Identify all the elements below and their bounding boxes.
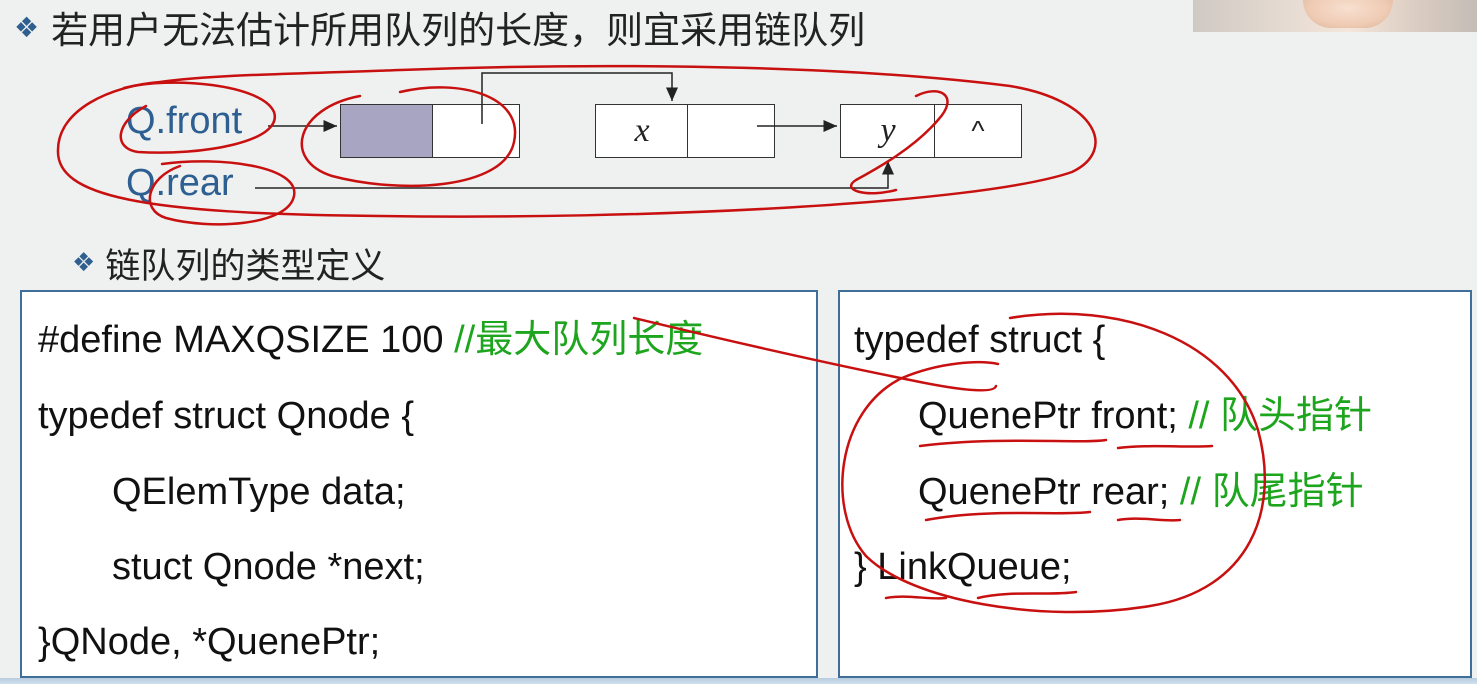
node-y-null-cell: ^: [934, 104, 1022, 158]
code-line: typedef struct {: [854, 317, 1105, 363]
code-line: QuenePtr rear; // 队尾指针: [918, 469, 1364, 515]
node-y-data-cell: y: [840, 104, 936, 158]
subheading: ❖ 链队列的类型定义: [72, 240, 386, 287]
diamond-bullet-icon: ❖: [14, 10, 40, 44]
code-text: QuenePtr front;: [918, 395, 1189, 437]
code-text: QuenePtr rear;: [918, 471, 1180, 513]
code-text: QElemType data;: [112, 471, 406, 513]
presenter-face: [1303, 0, 1393, 28]
head-node-data-cell: [340, 104, 434, 158]
code-comment: // 队头指针: [1188, 395, 1373, 437]
rear-pointer-label: Q.rear: [126, 162, 234, 204]
code-text: }QNode, *QuenePtr;: [38, 621, 381, 663]
rear-arrow: [255, 161, 894, 189]
head-node-next-cell: [432, 104, 520, 158]
bottom-edge-strip: [0, 678, 1477, 684]
code-text: #define MAXQSIZE 100: [38, 319, 455, 361]
code-line: typedef struct Qnode {: [38, 393, 414, 439]
code-line: QElemType data;: [112, 469, 406, 515]
heading-text: 若用户无法估计所用队列的长度，则宜采用链队列: [51, 9, 866, 52]
node-x-data-cell: x: [595, 104, 689, 158]
front-pointer-label: Q.front: [126, 100, 243, 142]
code-line: } LinkQueue;: [854, 544, 1072, 590]
webcam-thumbnail: [1193, 0, 1477, 32]
code-line: stuct Qnode *next;: [112, 544, 425, 590]
code-line: #define MAXQSIZE 100 //最大队列长度: [38, 317, 703, 363]
code-text: typedef struct Qnode {: [38, 395, 415, 437]
diamond-bullet-icon: ❖: [72, 248, 96, 278]
code-line: QuenePtr front; // 队头指针: [918, 393, 1372, 439]
node-x-next-cell: [687, 104, 775, 158]
slide-heading: ❖ 若用户无法估计所用队列的长度，则宜采用链队列: [14, 4, 865, 52]
code-comment: // 队尾指针: [1179, 471, 1364, 513]
linkqueue-definition-box: typedef struct { QuenePtr front; // 队头指针…: [838, 290, 1472, 678]
code-comment: //最大队列长度: [454, 319, 704, 361]
code-text: stuct Qnode *next;: [112, 546, 425, 588]
code-text: typedef struct {: [854, 319, 1106, 361]
code-line: }QNode, *QuenePtr;: [38, 619, 380, 665]
qnode-definition-box: #define MAXQSIZE 100 //最大队列长度 typedef st…: [20, 290, 818, 678]
subheading-text: 链队列的类型定义: [105, 246, 386, 287]
code-text: } LinkQueue;: [854, 546, 1072, 588]
